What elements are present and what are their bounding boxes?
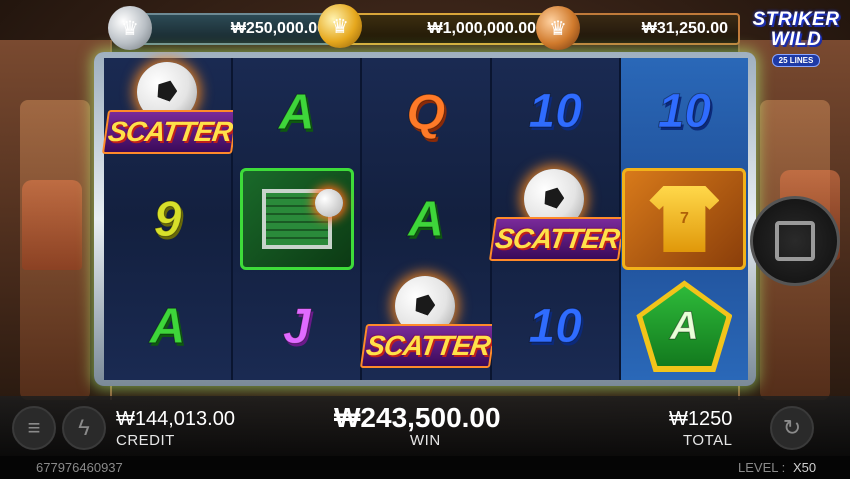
round-id: 677976460937: [36, 460, 123, 475]
win-label: WIN: [410, 432, 441, 449]
gold-medal-icon: ♛: [318, 4, 362, 48]
reel-cell: SCATTER: [489, 165, 626, 272]
scatter-symbol: SCATTER: [101, 60, 238, 164]
symbol-a: A: [149, 298, 186, 355]
stop-button[interactable]: [750, 196, 840, 286]
jackpot-major: ₩250,000.00: [130, 13, 338, 45]
jackpot-grand: ₩1,000,000.00: [340, 13, 548, 45]
reel-cell: 10: [492, 273, 619, 380]
total-bet-value[interactable]: ₩1250: [669, 408, 732, 431]
autoplay-button[interactable]: ↻: [770, 406, 814, 450]
reel-cell: A: [104, 273, 231, 380]
reel-cell: 10: [621, 58, 748, 165]
soccer-ball-icon: [314, 188, 343, 217]
hanging-jersey: [22, 180, 82, 270]
logo-lines-badge: 25 LINES: [771, 54, 821, 67]
reel-1: SCATTER 9 A: [101, 58, 238, 380]
level-label: LEVEL :: [738, 460, 786, 475]
turbo-button[interactable]: ϟ: [62, 406, 106, 450]
reel-cell: Q: [362, 58, 489, 165]
logo-line-1: STRIKER: [752, 9, 840, 30]
scatter-label: SCATTER: [359, 324, 497, 369]
symbol-9: 9: [153, 190, 182, 247]
symbol-10: 10: [657, 85, 712, 139]
reel-cell: 10: [492, 58, 619, 165]
menu-button[interactable]: ≡: [12, 406, 56, 450]
reel-3: Q A SCATTER: [359, 58, 497, 380]
level-value: X50: [793, 460, 817, 475]
reel-2: A J: [233, 58, 361, 380]
game-logo: STRIKER WILD 25 LINES: [746, 10, 846, 78]
reel-cell: J: [233, 273, 360, 380]
reel-cell: 9: [104, 165, 231, 272]
bronze-medal-icon: ♛: [536, 6, 580, 50]
reel-cell: 7: [621, 165, 748, 272]
scatter-label: SCATTER: [489, 216, 626, 261]
jackpot-minor-value: ₩31,250.00: [558, 13, 740, 45]
pentagon-a-symbol: A: [636, 280, 733, 373]
goal-symbol: [239, 167, 354, 270]
reel-cell: A: [233, 58, 360, 165]
symbol-10: 10: [528, 299, 582, 353]
reel-cell: A: [362, 165, 489, 272]
jackpot-bar: ₩250,000.00 ♛ ₩1,000,000.00 ♛ ₩31,250.00…: [108, 4, 740, 52]
reel-cell: SCATTER: [101, 58, 238, 165]
jersey-symbol: 7: [622, 167, 747, 270]
silver-medal-icon: ♛: [108, 6, 152, 50]
bottom-bar: ≡ ϟ ₩144,013.00 CREDIT ₩243,500.00 WIN ₩…: [0, 396, 850, 456]
scatter-symbol: SCATTER: [359, 274, 497, 378]
credit-value: ₩144,013.00: [116, 408, 235, 430]
hamburger-icon: ≡: [27, 415, 41, 440]
scatter-label: SCATTER: [101, 109, 238, 154]
reel-5: 10 7 A: [620, 58, 748, 380]
lightning-icon: ϟ: [78, 415, 90, 440]
jersey-icon: 7: [649, 185, 720, 252]
scatter-symbol: SCATTER: [489, 167, 626, 271]
symbol-a: A: [669, 303, 699, 348]
credit-label: CREDIT: [116, 432, 175, 449]
reel-4: 10 SCATTER 10: [489, 58, 626, 380]
stop-icon: [775, 221, 815, 261]
symbol-q: Q: [406, 83, 446, 140]
symbol-j: J: [282, 298, 311, 355]
symbol-a: A: [278, 83, 315, 140]
symbol-a: A: [407, 190, 445, 247]
logo-line-2: WILD: [770, 29, 822, 50]
total-bet-label: TOTAL: [683, 432, 733, 449]
jackpot-grand-value: ₩1,000,000.00: [340, 13, 548, 45]
footer-bar: 677976460937 LEVEL : X50: [0, 456, 850, 479]
reel-cell: SCATTER: [359, 273, 497, 380]
autoplay-icon: ↻: [782, 415, 802, 440]
jackpot-minor: ₩31,250.00: [558, 13, 740, 45]
symbol-10: 10: [528, 85, 582, 139]
jackpot-major-value: ₩250,000.00: [130, 13, 338, 45]
reel-cell: [233, 165, 360, 272]
win-value: ₩243,500.00: [334, 402, 501, 433]
reel-cell: A: [621, 273, 748, 380]
reel-grid: SCATTER 9 A A J Q A SCATTER 10 SCATTER 1…: [101, 58, 748, 380]
